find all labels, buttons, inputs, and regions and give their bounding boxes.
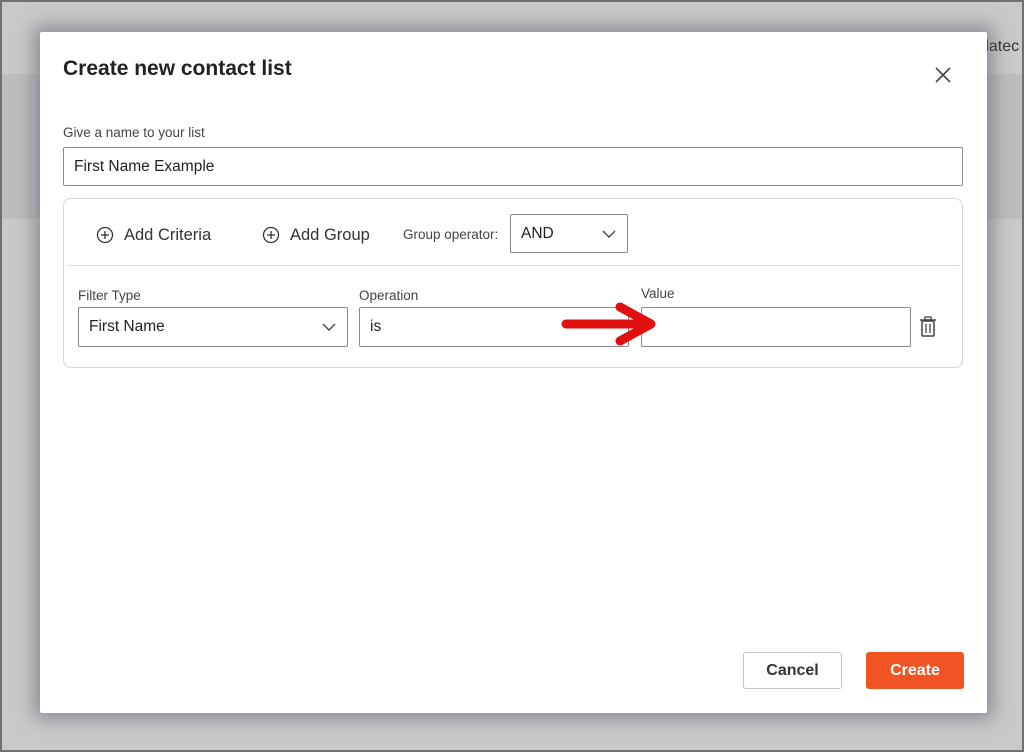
group-operator-select[interactable]: AND	[510, 214, 628, 253]
trash-icon	[920, 316, 936, 337]
value-label: Value	[641, 286, 675, 301]
criteria-divider	[67, 265, 959, 266]
filter-type-label: Filter Type	[78, 288, 141, 303]
create-button[interactable]: Create	[866, 652, 964, 689]
group-operator-value: AND	[521, 224, 554, 242]
list-name-label: Give a name to your list	[63, 125, 205, 140]
list-name-input[interactable]	[63, 147, 963, 186]
screenshot-frame: datec Create new contact list Give a nam…	[0, 0, 1024, 752]
add-criteria-label: Add Criteria	[124, 225, 212, 244]
dialog-title: Create new contact list	[63, 57, 292, 80]
group-operator-label: Group operator:	[403, 227, 499, 242]
close-button[interactable]	[932, 64, 954, 86]
close-icon	[935, 67, 951, 83]
add-criteria-button[interactable]: Add Criteria	[96, 224, 211, 246]
create-contact-list-dialog: Create new contact list Give a name to y…	[40, 32, 987, 713]
add-group-label: Add Group	[290, 225, 370, 244]
filter-type-value: First Name	[89, 318, 165, 335]
delete-criteria-button[interactable]	[919, 316, 937, 338]
chevron-down-icon	[322, 323, 336, 331]
add-group-button[interactable]: Add Group	[262, 224, 370, 246]
cancel-button[interactable]: Cancel	[743, 652, 842, 689]
red-arrow-annotation-icon	[561, 302, 656, 346]
operation-label: Operation	[359, 288, 419, 303]
filter-type-select[interactable]: First Name	[78, 307, 348, 347]
chevron-down-icon	[602, 230, 616, 238]
criteria-panel: Add Criteria Add Group Group operator: A…	[63, 198, 963, 368]
plus-circle-icon	[262, 226, 280, 244]
value-input[interactable]	[641, 307, 911, 347]
plus-circle-icon	[96, 226, 114, 244]
